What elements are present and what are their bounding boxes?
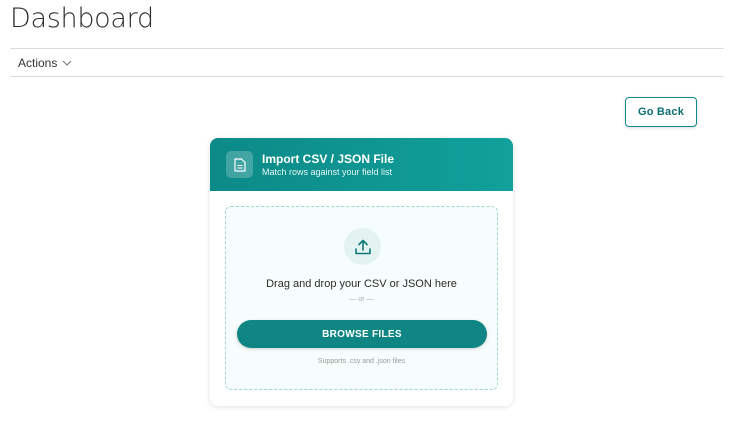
browse-files-button[interactable]: BROWSE FILES xyxy=(237,320,487,348)
actions-label: Actions xyxy=(18,56,58,70)
or-divider: — or — xyxy=(349,296,374,303)
go-back-button[interactable]: Go Back xyxy=(625,97,697,127)
card-subtitle: Match rows against your field list xyxy=(262,167,393,177)
page-title: Dashboard xyxy=(10,3,154,34)
upload-icon xyxy=(344,228,381,265)
file-dropzone[interactable]: Drag and drop your CSV or JSON here — or… xyxy=(225,206,498,390)
actions-dropdown[interactable]: Actions xyxy=(18,56,72,70)
card-header: Import CSV / JSON File Match rows agains… xyxy=(210,138,513,191)
drop-instructions: Drag and drop your CSV or JSON here xyxy=(266,278,457,290)
import-card: Import CSV / JSON File Match rows agains… xyxy=(210,138,513,406)
chevron-down-icon xyxy=(62,60,72,66)
supported-formats-text: Supports .csv and .json files xyxy=(317,358,406,365)
document-icon xyxy=(226,151,253,178)
card-title: Import CSV / JSON File xyxy=(262,152,395,166)
actions-bar: Actions xyxy=(10,48,724,77)
